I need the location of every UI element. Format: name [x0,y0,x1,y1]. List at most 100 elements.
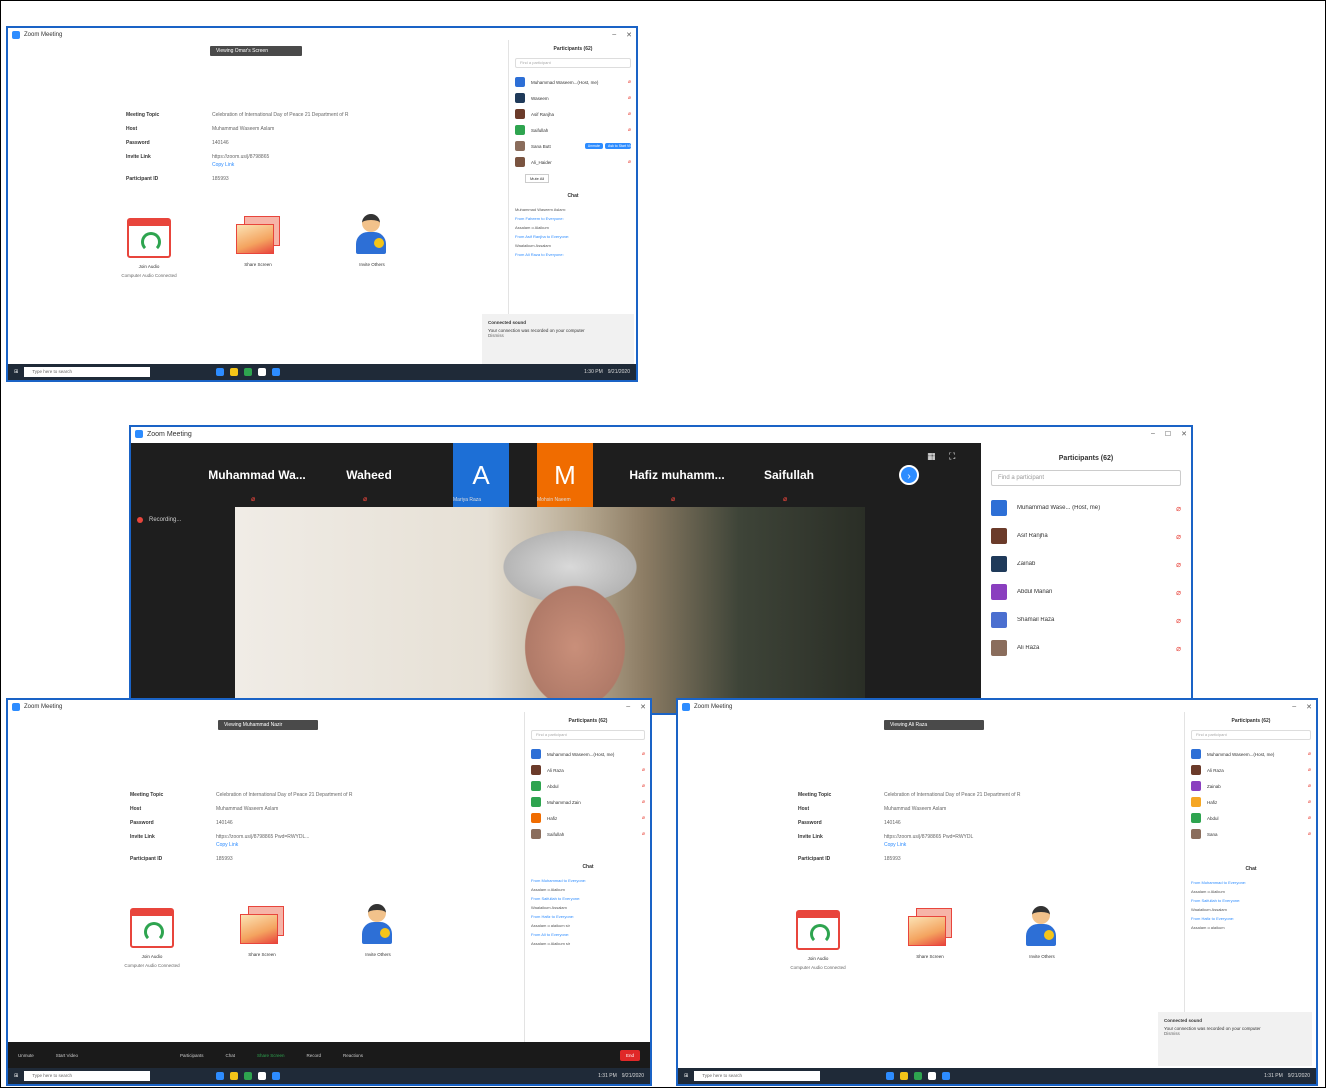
participant-row[interactable]: Muhammad Waseem...(Host, me) ⌀ [509,74,636,90]
participant-row[interactable]: Ali Raza ⌀ [1185,762,1316,778]
participant-row[interactable]: Asif Ranjha ⌀ [981,522,1191,550]
close-icon[interactable]: ✕ [1306,703,1312,711]
folder-icon[interactable] [230,368,239,376]
participant-search-input[interactable]: Find a participant [991,470,1181,486]
viewing-banner[interactable]: Viewing Muhammad Nazir [218,720,318,730]
end-meeting-button[interactable]: End [619,1049,640,1061]
windows-start-icon[interactable]: ⊞ [684,1073,688,1079]
copy-link[interactable]: Copy Link [216,842,238,848]
copy-link[interactable]: Copy Link [884,842,906,848]
minimize-icon[interactable]: – [1292,703,1296,711]
participant-row[interactable]: Waseem ⌀ [509,90,636,106]
start-video-button[interactable]: Start Video [56,1053,78,1058]
clock[interactable]: 1:31 PM [1264,1073,1283,1079]
taskbar-search-input[interactable]: Type here to search [694,1071,821,1081]
participant-search-input[interactable]: Find a participant [1191,730,1311,740]
copy-link[interactable]: Copy Link [212,162,234,168]
participant-row[interactable]: Sana Butt Unmute Ask to Start Video [509,138,636,154]
folder-icon[interactable] [900,1072,909,1080]
participant-row[interactable]: Abdul ⌀ [525,778,650,794]
video-tile[interactable]: Hafiz muhamm... ⌀ [621,443,733,507]
participant-row[interactable]: Saifullah ⌀ [525,826,650,842]
join-audio-tile[interactable]: Join Audio Computer Audio Connected [782,910,854,970]
chrome-icon[interactable] [244,368,253,376]
join-audio-tile[interactable]: Join Audio Computer Audio Connected [114,218,184,278]
participant-row[interactable]: Abdul ⌀ [1185,810,1316,826]
gallery-view-icon[interactable]: ▦ [927,451,936,462]
share-screen-tile[interactable]: Share Screen [900,908,960,959]
participant-row[interactable]: Abdul Manan ⌀ [981,578,1191,606]
store-icon[interactable] [928,1072,937,1080]
zoom-taskbar-icon[interactable] [272,368,281,376]
edge-icon[interactable] [216,1072,225,1080]
store-icon[interactable] [258,368,267,376]
notification-toast[interactable]: Connected sound Your connection was reco… [482,314,634,364]
participant-row[interactable]: Zainab ⌀ [981,550,1191,578]
notification-toast[interactable]: Connected sound Your connection was reco… [1158,1012,1312,1066]
participant-row[interactable]: Shamail Raza ⌀ [981,606,1191,634]
participant-search-input[interactable]: Find a participant [531,730,645,740]
close-icon[interactable]: ✕ [640,703,646,711]
minimize-icon[interactable]: – [612,31,616,39]
participant-row[interactable]: Ali Raza ⌀ [525,762,650,778]
mute-all-button[interactable]: Mute All [525,174,550,183]
video-tile-avatar-m[interactable]: M Mohsin Naeem [537,443,593,507]
participants-button[interactable]: Participants [180,1053,204,1058]
join-audio-tile[interactable]: Join Audio Computer Audio Connected [116,908,188,968]
close-icon[interactable]: ✕ [626,31,632,39]
unmute-button[interactable]: Unmute [584,143,603,149]
participant-row[interactable]: Ali Raza ⌀ [981,634,1191,662]
minimize-icon[interactable]: – [1151,430,1155,438]
chrome-icon[interactable] [914,1072,923,1080]
share-screen-tile[interactable]: Share Screen [232,906,292,957]
participant-row[interactable]: Muhammad Waseem...(Host, me) ⌀ [1185,746,1316,762]
clock[interactable]: 1:31 PM [598,1073,617,1079]
participant-row[interactable]: Asif Ranjha ⌀ [509,106,636,122]
participant-row[interactable]: Hafiz ⌀ [525,810,650,826]
windows-start-icon[interactable]: ⊞ [14,369,18,375]
participant-row[interactable]: Zainab ⌀ [1185,778,1316,794]
participant-search-input[interactable]: Find a participant [515,58,631,68]
clock[interactable]: 1:30 PM [584,369,603,375]
invite-others-tile[interactable]: Invite Others [348,904,408,957]
minimize-icon[interactable]: – [626,703,630,711]
zoom-taskbar-icon[interactable] [272,1072,281,1080]
zoom-taskbar-icon[interactable] [942,1072,951,1080]
participant-row[interactable]: Ali_Haider ⌀ [509,154,636,170]
taskbar-search-input[interactable]: Type here to search [24,367,151,377]
dismiss-link[interactable]: Dismiss [488,333,504,338]
participant-row[interactable]: Muhammad Waseem...(Host, me) ⌀ [525,746,650,762]
chat-button[interactable]: Chat [225,1053,235,1058]
video-tile[interactable]: Waheed ⌀ [313,443,425,507]
chrome-icon[interactable] [244,1072,253,1080]
close-icon[interactable]: ✕ [1181,430,1187,438]
fullscreen-icon[interactable]: ⛶ [949,451,955,462]
participant-row[interactable]: Muhammad Zain ⌀ [525,794,650,810]
edge-icon[interactable] [886,1072,895,1080]
viewing-banner[interactable]: Viewing Ali Raza [884,720,984,730]
dismiss-link[interactable]: Dismiss [1164,1031,1180,1036]
maximize-icon[interactable]: ☐ [1165,430,1171,438]
participant-row[interactable]: Sana ⌀ [1185,826,1316,842]
recording-indicator[interactable]: Recording... [137,517,181,523]
next-page-arrow-icon[interactable]: › [899,465,919,485]
folder-icon[interactable] [230,1072,239,1080]
store-icon[interactable] [258,1072,267,1080]
unmute-button[interactable]: Unmute [18,1053,34,1058]
record-button[interactable]: Record [307,1053,322,1058]
video-tile[interactable]: Saifullah ⌀ [733,443,845,507]
share-screen-tile[interactable]: Share Screen [228,216,288,267]
edge-icon[interactable] [216,368,225,376]
share-screen-button[interactable]: Share Screen [257,1053,285,1058]
participant-row[interactable]: Muhammad Wase... (Host, me) ⌀ [981,494,1191,522]
reactions-button[interactable]: Reactions [343,1053,363,1058]
participant-row[interactable]: Saifullah ⌀ [509,122,636,138]
video-tile-avatar-a[interactable]: A Mariya Raza [453,443,509,507]
ask-video-button[interactable]: Ask to Start Video [605,143,631,149]
invite-others-tile[interactable]: Invite Others [1012,906,1072,959]
video-tile[interactable]: Muhammad Wa... ⌀ [201,443,313,507]
viewing-banner[interactable]: Viewing Omar's Screen [210,46,302,56]
invite-others-tile[interactable]: Invite Others [342,214,402,267]
windows-start-icon[interactable]: ⊞ [14,1073,18,1079]
participant-row[interactable]: Hafiz ⌀ [1185,794,1316,810]
